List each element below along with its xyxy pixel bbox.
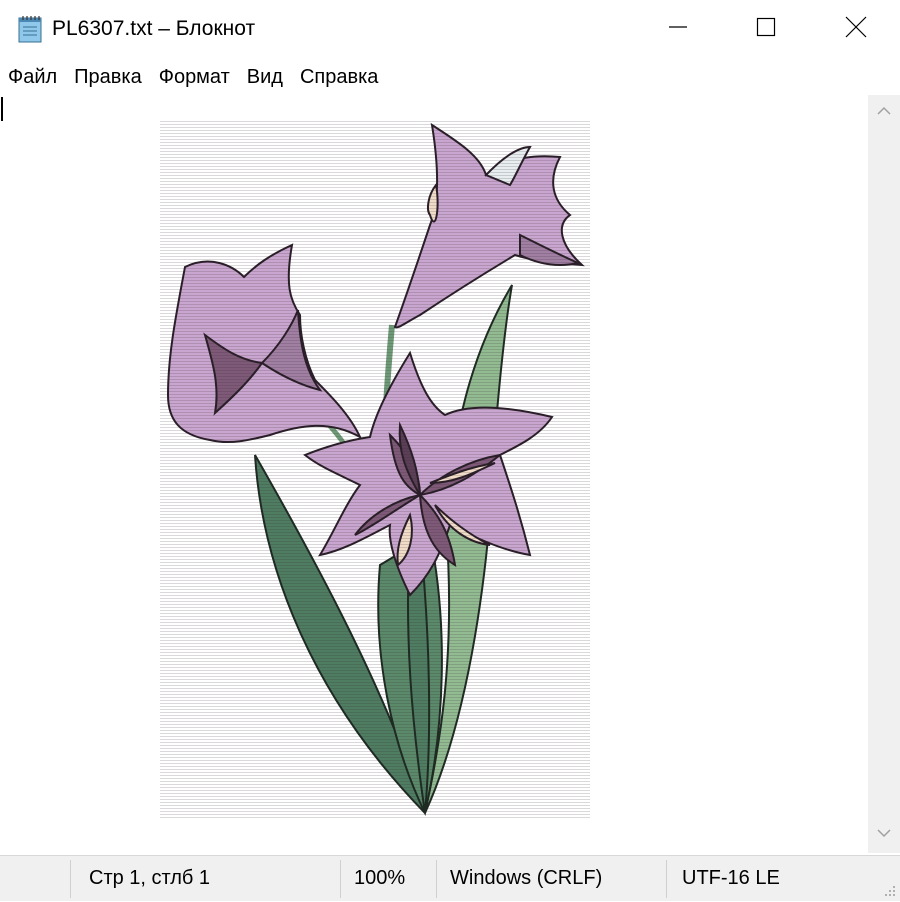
resize-grip-icon[interactable]: [882, 883, 896, 897]
menu-bar: Файл Правка Формат Вид Справка: [0, 60, 900, 94]
chevron-down-icon: [876, 826, 892, 844]
text-editor[interactable]: [0, 95, 868, 853]
status-encoding: UTF-16 LE: [682, 867, 780, 889]
menu-edit[interactable]: Правка: [65, 65, 150, 89]
maximize-icon: [756, 17, 776, 42]
status-separator: [436, 860, 437, 898]
status-separator: [666, 860, 667, 898]
window-title: PL6307.txt – Блокнот: [52, 17, 256, 40]
close-icon: [845, 16, 867, 43]
scroll-up-button[interactable]: [868, 95, 900, 131]
minimize-icon: [668, 17, 688, 42]
scroll-down-button[interactable]: [868, 817, 900, 853]
status-separator: [340, 860, 341, 898]
flower-artwork: [160, 120, 590, 820]
menu-format[interactable]: Формат: [150, 65, 238, 89]
title-bar[interactable]: PL6307.txt – Блокнот: [0, 0, 900, 58]
chevron-up-icon: [876, 104, 892, 122]
status-bar: Стр 1, стлб 1 100% Windows (CRLF) UTF-16…: [0, 855, 900, 901]
vertical-scrollbar[interactable]: [868, 95, 900, 853]
status-cursor-position: Стр 1, стлб 1: [89, 867, 211, 889]
menu-help[interactable]: Справка: [291, 65, 386, 89]
close-button[interactable]: [810, 0, 900, 58]
menu-file[interactable]: Файл: [0, 65, 65, 89]
status-zoom: 100%: [354, 867, 406, 889]
notepad-icon: [16, 14, 44, 44]
status-line-endings: Windows (CRLF): [450, 867, 603, 889]
minimize-button[interactable]: [632, 0, 724, 58]
menu-view[interactable]: Вид: [238, 65, 291, 89]
maximize-button[interactable]: [720, 0, 812, 58]
status-separator: [70, 860, 71, 898]
